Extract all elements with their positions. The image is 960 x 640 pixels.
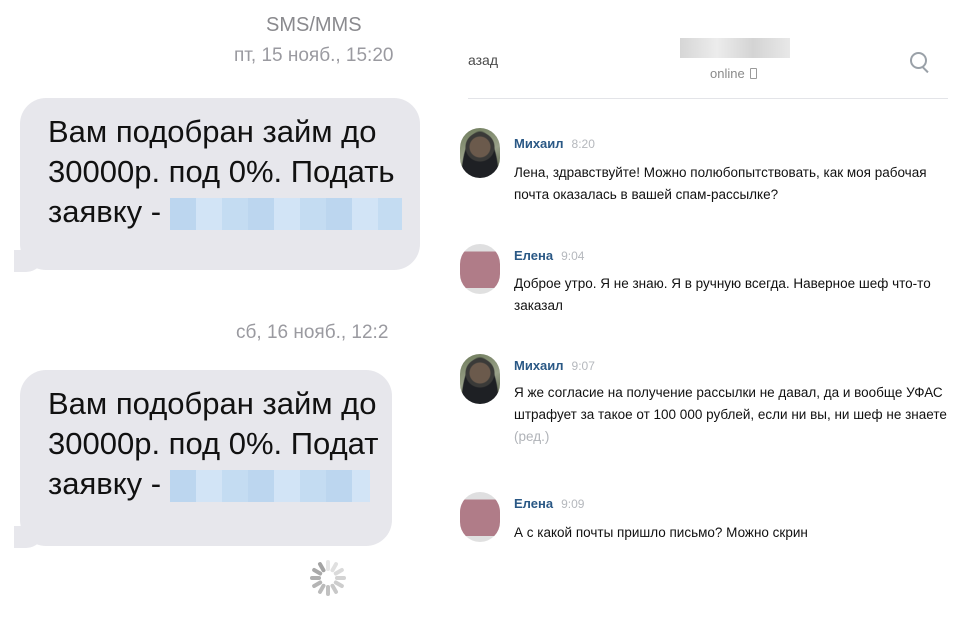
vk-chat-panel: азад online Михаил 8:20 Лена, здравствуйт… (458, 0, 960, 640)
sms-message-bubble[interactable]: Вам подобран займ до 30000р. под 0%. Под… (6, 98, 420, 274)
sms-message-line: Вам подобран займ до (48, 114, 377, 149)
message-text: Я же согласие на получение рассылки не д… (514, 385, 947, 444)
back-button[interactable]: азад (468, 52, 498, 68)
avatar[interactable] (460, 128, 500, 178)
message-text: Лена, здравствуйте! Можно полюбопытствов… (514, 165, 927, 202)
message-time: 9:09 (561, 497, 585, 511)
sms-date: сб, 16 нояб., 12:2 (236, 322, 389, 343)
sms-message-line: 30000р. под 0%. Подать (48, 154, 395, 189)
message-author[interactable]: Михаил 8:20 (514, 136, 595, 151)
message-time: 8:20 (571, 137, 595, 151)
sms-message-line: заявку - (48, 192, 402, 232)
message-author[interactable]: Елена 9:04 (514, 248, 584, 263)
sms-message-line: Вам подобран займ до (48, 386, 377, 421)
message-text: Доброе утро. Я не знаю. Я в ручную всегд… (514, 276, 931, 313)
avatar[interactable] (460, 244, 500, 294)
sms-message-bubble[interactable]: Вам подобран займ до 30000р. под 0%. Под… (6, 370, 392, 550)
spinner-spoke (335, 576, 346, 580)
spinner-spoke (310, 576, 321, 580)
message-author[interactable]: Михаил 9:07 (514, 358, 595, 373)
sms-date: пт, 15 нояб., 15:20 (234, 45, 394, 66)
chat-status: online (710, 66, 758, 81)
sms-message-line: 30000р. под 0%. Подат (48, 426, 379, 461)
sms-message-line: заявку - (48, 464, 372, 504)
mobile-phone-icon (750, 68, 758, 79)
sms-panel: SMS/MMS пт, 15 нояб., 15:20 Вам подобран… (0, 0, 440, 640)
sms-header-title: SMS/MMS (266, 14, 362, 36)
message-time: 9:07 (571, 359, 595, 373)
avatar[interactable] (460, 492, 500, 542)
avatar[interactable] (460, 354, 500, 404)
search-icon[interactable] (910, 52, 930, 72)
redacted-link[interactable] (169, 197, 402, 230)
loading-spinner-icon (308, 558, 348, 598)
redacted-chat-name (680, 38, 790, 58)
edited-label: (ред.) (514, 429, 550, 444)
message-text: А с какой почты пришло письмо? Можно скр… (514, 525, 808, 540)
message-time: 9:04 (561, 249, 585, 263)
redacted-link[interactable] (169, 469, 370, 502)
spinner-spoke (326, 585, 330, 596)
message-author[interactable]: Елена 9:09 (514, 496, 584, 511)
header-divider (468, 98, 948, 99)
